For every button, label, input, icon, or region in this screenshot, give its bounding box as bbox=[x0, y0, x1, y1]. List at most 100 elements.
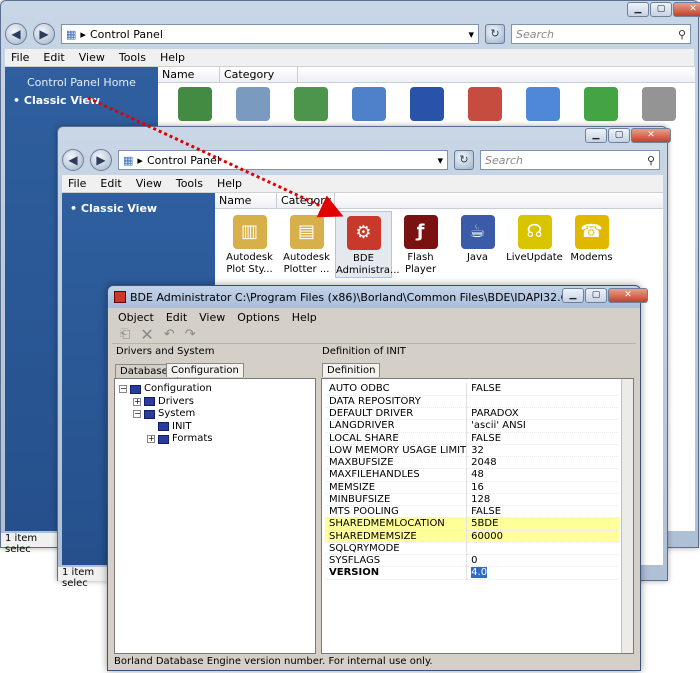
undo-icon[interactable]: ↶ bbox=[164, 327, 175, 342]
control-panel-item[interactable]: ƒ Flash Player bbox=[392, 211, 449, 278]
classic-view-link[interactable]: • Classic View bbox=[70, 202, 215, 215]
definition-value[interactable]: FALSE bbox=[467, 383, 619, 395]
definition-row[interactable]: MAXBUFSIZE 2048 bbox=[325, 456, 619, 469]
control-panel-item[interactable] bbox=[514, 83, 572, 124]
definition-row[interactable]: DATA REPOSITORY bbox=[325, 395, 619, 408]
maximize-button[interactable]: ▢ bbox=[650, 2, 672, 17]
definition-value[interactable]: 48 bbox=[467, 469, 619, 481]
definition-value[interactable]: FALSE bbox=[467, 506, 619, 518]
control-panel-item[interactable] bbox=[398, 83, 456, 124]
definition-row[interactable]: VERSION 4.0 bbox=[325, 566, 619, 579]
menu-help[interactable]: Help bbox=[160, 51, 185, 64]
col-name[interactable]: Name bbox=[158, 67, 220, 82]
maximize-button[interactable]: ▢ bbox=[608, 128, 630, 143]
scrollbar[interactable] bbox=[621, 379, 633, 653]
menu-file[interactable]: File bbox=[68, 177, 86, 190]
chevron-down-icon[interactable]: ▾ bbox=[437, 154, 443, 167]
definition-value[interactable]: 2048 bbox=[467, 457, 619, 469]
menu-tools[interactable]: Tools bbox=[119, 51, 146, 64]
menu-object[interactable]: Object bbox=[118, 311, 154, 324]
menu-options[interactable]: Options bbox=[237, 311, 279, 324]
menu-help[interactable]: Help bbox=[217, 177, 242, 190]
definition-value[interactable] bbox=[467, 542, 619, 554]
control-panel-item[interactable] bbox=[630, 83, 688, 124]
forward-icon[interactable]: ▶ bbox=[90, 149, 112, 171]
control-panel-item[interactable] bbox=[456, 83, 514, 124]
expand-toggle-icon[interactable]: + bbox=[147, 435, 155, 444]
back-icon[interactable]: ◀ bbox=[62, 149, 84, 171]
definition-value[interactable]: 16 bbox=[467, 481, 619, 493]
definition-value[interactable] bbox=[467, 395, 619, 407]
close-button[interactable]: ✕ bbox=[673, 2, 700, 17]
minimize-button[interactable]: ▁ bbox=[627, 2, 649, 17]
open-icon[interactable]: ⎗ bbox=[120, 327, 130, 342]
maximize-button[interactable]: ▢ bbox=[585, 288, 607, 303]
forward-icon[interactable]: ▶ bbox=[33, 23, 55, 45]
selected-value[interactable]: 4.0 bbox=[471, 567, 488, 579]
address-bar[interactable]: ▦ ▸ Control Panel ▾ bbox=[61, 24, 479, 44]
tree-node[interactable]: − System bbox=[119, 408, 212, 421]
tab-configuration[interactable]: Configuration bbox=[166, 363, 244, 377]
col-category[interactable]: Category bbox=[277, 193, 335, 208]
control-panel-item[interactable]: ▤ Autodesk Plotter ... bbox=[278, 211, 335, 278]
definition-row[interactable]: SHAREDMEMSIZE 60000 bbox=[325, 530, 619, 543]
control-panel-item[interactable] bbox=[282, 83, 340, 124]
control-panel-item[interactable]: ▥ Autodesk Plot Sty... bbox=[221, 211, 278, 278]
col-category[interactable]: Category bbox=[220, 67, 298, 82]
definition-value[interactable]: PARADOX bbox=[467, 408, 619, 420]
refresh-icon[interactable]: ↻ bbox=[454, 150, 474, 170]
control-panel-home-link[interactable]: Control Panel Home bbox=[27, 76, 158, 89]
menu-view[interactable]: View bbox=[199, 311, 225, 324]
minimize-button[interactable]: ▁ bbox=[585, 128, 607, 143]
menu-edit[interactable]: Edit bbox=[43, 51, 64, 64]
tree-node[interactable]: + Drivers bbox=[119, 396, 212, 409]
definition-value[interactable]: 32 bbox=[467, 444, 619, 456]
menu-help[interactable]: Help bbox=[292, 311, 317, 324]
col-name[interactable]: Name bbox=[215, 193, 277, 208]
definition-row[interactable]: MINBUFSIZE 128 bbox=[325, 493, 619, 506]
definition-row[interactable]: MTS POOLING FALSE bbox=[325, 505, 619, 518]
expand-toggle-icon[interactable]: − bbox=[133, 410, 141, 419]
definition-row[interactable]: LOCAL SHARE FALSE bbox=[325, 432, 619, 445]
definition-row[interactable]: SQLQRYMODE bbox=[325, 542, 619, 555]
definition-row[interactable]: LOW MEMORY USAGE LIMIT 32 bbox=[325, 444, 619, 457]
control-panel-item[interactable] bbox=[224, 83, 282, 124]
chevron-down-icon[interactable]: ▾ bbox=[468, 28, 474, 41]
redo-icon[interactable]: ↷ bbox=[185, 327, 196, 342]
expand-toggle-icon[interactable]: + bbox=[133, 397, 141, 406]
tree-node[interactable]: − Configuration bbox=[119, 383, 212, 396]
definition-row[interactable]: SYSFLAGS 0 bbox=[325, 554, 619, 567]
delete-icon[interactable]: ✕ bbox=[140, 325, 153, 344]
menu-view[interactable]: View bbox=[136, 177, 162, 190]
definition-row[interactable]: AUTO ODBC FALSE bbox=[325, 383, 619, 396]
menu-edit[interactable]: Edit bbox=[166, 311, 187, 324]
back-icon[interactable]: ◀ bbox=[5, 23, 27, 45]
classic-view-link[interactable]: • Classic View bbox=[13, 94, 158, 107]
control-panel-item[interactable] bbox=[166, 83, 224, 124]
definition-row[interactable]: DEFAULT DRIVER PARADOX bbox=[325, 407, 619, 420]
search-input[interactable]: Search ⚲ bbox=[511, 24, 691, 44]
definition-row[interactable]: MAXFILEHANDLES 48 bbox=[325, 468, 619, 481]
definition-value[interactable]: 0 bbox=[467, 555, 619, 567]
close-button[interactable]: ✕ bbox=[631, 128, 671, 143]
definition-row[interactable]: LANGDRIVER'ascii' ANSI bbox=[325, 419, 619, 432]
definition-value[interactable]: 5BDE bbox=[466, 517, 619, 530]
control-panel-item[interactable]: ☎ Modems bbox=[563, 211, 620, 278]
menu-file[interactable]: File bbox=[11, 51, 29, 64]
menu-tools[interactable]: Tools bbox=[176, 177, 203, 190]
menu-view[interactable]: View bbox=[79, 51, 105, 64]
control-panel-item[interactable] bbox=[340, 83, 398, 124]
definition-row[interactable]: MEMSIZE 16 bbox=[325, 481, 619, 494]
definition-value[interactable]: 128 bbox=[467, 493, 619, 505]
menu-edit[interactable]: Edit bbox=[100, 177, 121, 190]
definition-value[interactable]: 4.0 bbox=[467, 567, 619, 579]
definition-value[interactable]: 60000 bbox=[466, 530, 619, 543]
close-button[interactable]: ✕ bbox=[608, 288, 648, 303]
tab-definition[interactable]: Definition bbox=[322, 363, 381, 377]
search-input[interactable]: Search ⚲ bbox=[480, 150, 660, 170]
definition-value[interactable]: 'ascii' ANSI bbox=[467, 420, 619, 432]
definition-value[interactable]: FALSE bbox=[467, 432, 619, 444]
minimize-button[interactable]: ▁ bbox=[562, 288, 584, 303]
control-panel-item[interactable]: ☊ LiveUpdate bbox=[506, 211, 563, 278]
definition-row[interactable]: SHAREDMEMLOCATION 5BDE bbox=[325, 517, 619, 530]
